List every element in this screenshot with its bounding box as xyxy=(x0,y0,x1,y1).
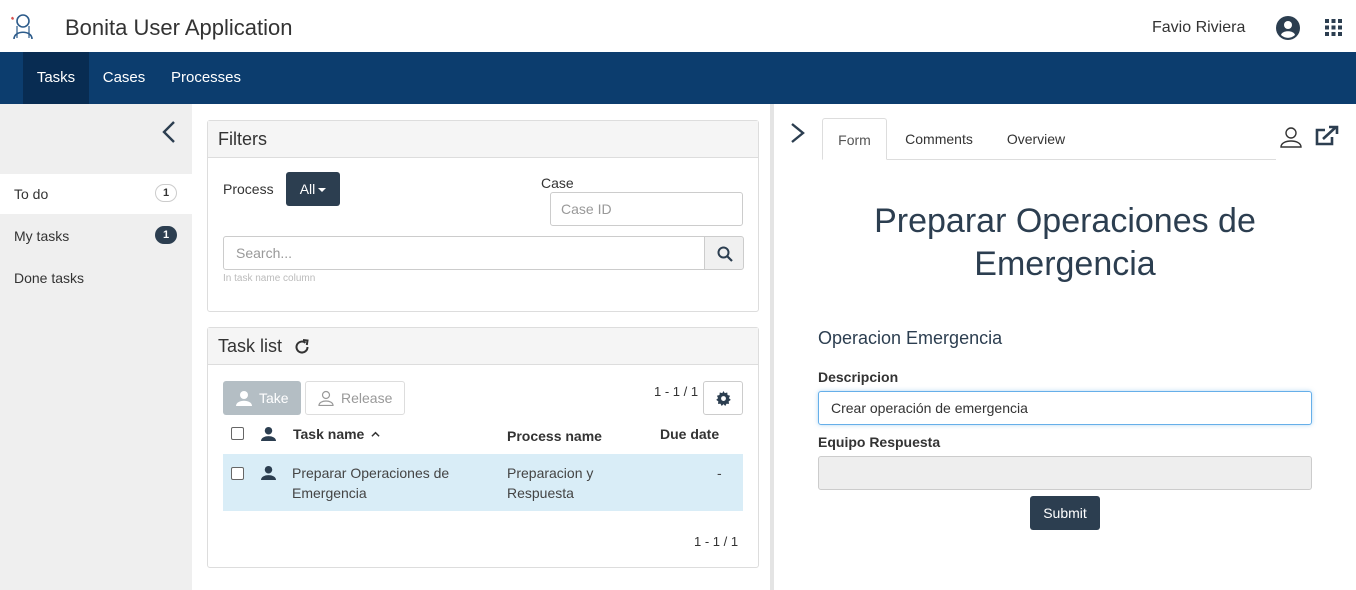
filters-title: Filters xyxy=(208,121,758,158)
submit-button[interactable]: Submit xyxy=(1030,496,1100,530)
user-circle-icon[interactable] xyxy=(1276,16,1300,40)
process-dropdown-value: All xyxy=(299,181,316,197)
filters-panel: Filters Process All Case In task name co… xyxy=(207,120,759,312)
sidebar-item-label: My tasks xyxy=(14,228,70,244)
task-list-title: Task list xyxy=(218,336,283,356)
due-date-cell: - xyxy=(717,465,722,481)
sidebar-item-label: To do xyxy=(14,186,49,202)
column-header-label: Task name xyxy=(293,426,365,442)
task-list-panel: Task list Take Release 1 - 1 / 1 Task na… xyxy=(207,327,759,568)
chevron-left-icon[interactable] xyxy=(158,120,180,144)
assignee-column-icon xyxy=(261,426,276,441)
gear-icon xyxy=(716,391,731,406)
app-title: Bonita User Application xyxy=(65,15,293,40)
user-name[interactable]: Favio Riviera xyxy=(1152,19,1245,37)
pagination-info-bottom: 1 - 1 / 1 xyxy=(694,534,739,549)
tab-comments[interactable]: Comments xyxy=(893,118,985,160)
main-nav: Tasks Cases Processes xyxy=(0,52,1356,104)
form-title: Preparar Operaciones de Emergencia xyxy=(874,202,1256,283)
column-header-task-name[interactable]: Task name xyxy=(293,426,380,442)
descripcion-input[interactable] xyxy=(818,391,1312,425)
search-hint: In task name column xyxy=(223,273,316,284)
case-label: Case xyxy=(541,175,574,191)
refresh-icon[interactable] xyxy=(293,338,311,356)
chevron-right-icon[interactable] xyxy=(789,122,807,144)
equipo-respuesta-field[interactable] xyxy=(818,456,1312,490)
release-button[interactable]: Release xyxy=(305,381,405,415)
settings-button[interactable] xyxy=(703,381,743,415)
table-row[interactable]: Preparar Operaciones de Emergencia Prepa… xyxy=(223,454,743,511)
task-list-header: Task list xyxy=(208,328,758,365)
descripcion-label: Descripcion xyxy=(818,369,899,385)
bonita-logo-icon[interactable] xyxy=(8,12,36,40)
task-filter-sidebar: To do 1 My tasks 1 Done tasks xyxy=(0,104,192,590)
user-icon xyxy=(236,391,252,406)
case-id-input[interactable] xyxy=(550,192,743,226)
sort-asc-icon xyxy=(371,431,380,437)
equipo-respuesta-label: Equipo Respuesta xyxy=(818,434,941,450)
sidebar-item-label: Done tasks xyxy=(14,270,85,286)
row-checkbox[interactable] xyxy=(231,467,244,480)
pagination-info-top: 1 - 1 / 1 xyxy=(654,384,699,399)
nav-tasks[interactable]: Tasks xyxy=(23,52,89,104)
take-button[interactable]: Take xyxy=(223,381,301,415)
tab-form[interactable]: Form xyxy=(822,118,887,160)
count-badge: 1 xyxy=(155,184,177,202)
sidebar-item-done-tasks[interactable]: Done tasks xyxy=(0,258,192,298)
nav-cases[interactable]: Cases xyxy=(90,52,158,104)
process-label: Process xyxy=(223,181,274,197)
user-outline-icon xyxy=(318,390,334,406)
app-header: Bonita User Application Favio Riviera xyxy=(0,0,1356,52)
caret-down-icon xyxy=(318,188,327,193)
sidebar-item-my-tasks[interactable]: My tasks 1 xyxy=(0,216,192,256)
process-dropdown-button[interactable]: All xyxy=(286,172,340,206)
search-button[interactable] xyxy=(704,236,744,270)
tab-overview[interactable]: Overview xyxy=(995,118,1077,160)
user-icon xyxy=(261,465,276,480)
release-label: Release xyxy=(341,390,393,406)
search-icon xyxy=(717,246,733,262)
column-header-due-date[interactable]: Due date xyxy=(660,426,719,442)
task-name-cell[interactable]: Preparar Operaciones de Emergencia xyxy=(292,463,472,503)
process-name-cell: Preparacion y Respuesta xyxy=(507,465,594,501)
take-label: Take xyxy=(259,390,289,406)
column-header-process-name[interactable]: Process name xyxy=(507,428,602,444)
count-badge: 1 xyxy=(155,226,177,244)
form-section-title: Operacion Emergencia xyxy=(818,328,1003,348)
grid-icon[interactable] xyxy=(1325,19,1342,36)
user-outline-icon[interactable] xyxy=(1280,126,1302,148)
select-all-checkbox[interactable] xyxy=(231,427,244,440)
nav-processes[interactable]: Processes xyxy=(160,52,252,104)
panel-resize-handle[interactable] xyxy=(770,104,774,590)
sidebar-item-todo[interactable]: To do 1 xyxy=(0,174,192,214)
search-input[interactable] xyxy=(223,236,705,270)
external-link-icon[interactable] xyxy=(1315,125,1339,147)
